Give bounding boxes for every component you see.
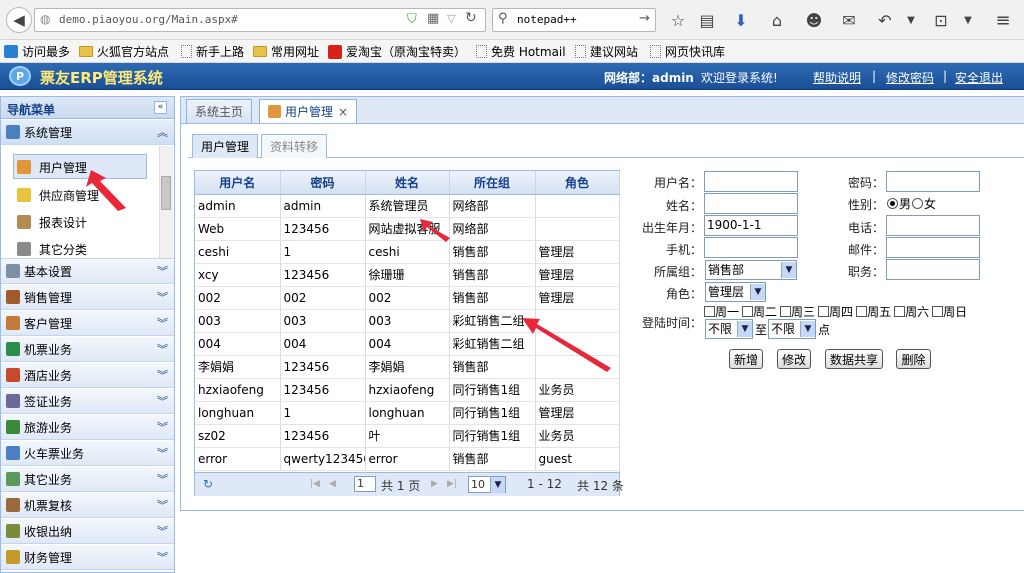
- annotation-arrow-group-row: [522, 318, 611, 372]
- annotation-arrows: [86, 170, 611, 372]
- annotation-arrow-sidebar: [86, 170, 126, 211]
- annotation-arrow-web-row: [420, 219, 450, 242]
